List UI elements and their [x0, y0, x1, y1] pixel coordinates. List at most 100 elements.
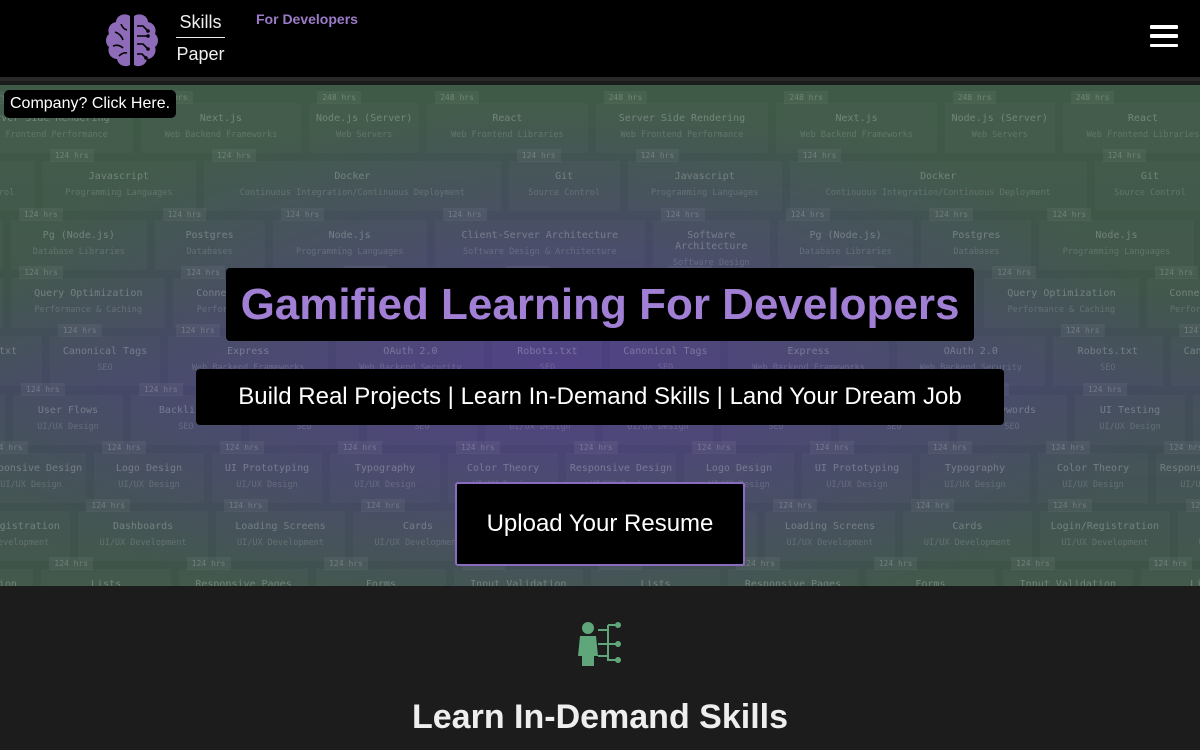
skill-tile: 248 hrs Node.js (Server) Web Servers: [309, 91, 419, 153]
skill-tile: 124 hrsSoftware ArchitectureSoftware Des…: [0, 220, 3, 270]
skill-name: Typography: [354, 462, 416, 474]
company-link[interactable]: Company? Click Here.: [4, 90, 177, 118]
skill-tile: 124 hrsDashboardsUI/UX Development: [1178, 499, 1200, 561]
skill-category: SEO: [1100, 363, 1116, 374]
skill-category: UI/UX Design: [826, 479, 888, 490]
hero-subtitle: Build Real Projects | Learn In-Demand Sk…: [196, 369, 1004, 425]
skill-tile: 124 hrsGitSource Control: [1095, 149, 1200, 211]
brand-line2: Paper: [176, 44, 225, 64]
skill-tile: 124 hrs Query Optimization Performance & C…: [11, 265, 165, 328]
skill-name: Pg (Node.js): [42, 229, 115, 241]
skill-name: Input Validation: [0, 579, 17, 586]
hours-badge: 124 hrs: [1102, 149, 1147, 163]
skill-tile: 248 hrs Next.js Web Backend Frameworks: [776, 91, 936, 153]
skill-tile: 124 hrs Pg (Node.js) Database Libraries: [778, 207, 914, 270]
skill-category: UI/UX Development: [786, 538, 874, 549]
skill-name: Robots.txt: [0, 346, 18, 358]
skill-tile: 124 hrs Loading Screens UI/UX Development: [765, 499, 894, 561]
skill-category: UI/UX Design: [1193, 416, 1200, 432]
skill-tile: 124 hrs UI Prototyping UI/UX Design: [802, 440, 912, 503]
skill-name: Server Side Rendering: [618, 113, 746, 124]
upload-resume-button[interactable]: Upload Your Resume: [455, 482, 745, 566]
skill-tile: 124 hrs Docker Continuous Integration/Cont…: [204, 149, 501, 211]
hours-badge: 124 hrs: [797, 149, 842, 163]
skill-name: Loading Screens: [784, 521, 876, 533]
hours-badge: 124 hrs: [139, 382, 183, 396]
tile-row: 124 hrsInput ValidationUI/UX Development…: [0, 557, 1200, 586]
skill-category: UI/UX Design: [1099, 421, 1161, 432]
skill-tile: 124 hrs Query Optimization Performance & C…: [984, 265, 1138, 328]
skill-name: Postgres: [952, 229, 1001, 241]
hero-title: Gamified Learning For Developers: [226, 268, 974, 341]
skill-tile: 124 hrs Loading Screens UI/UX Development: [216, 499, 345, 561]
skill-name: Forms: [365, 579, 396, 586]
skill-name: User Flows: [1193, 395, 1200, 416]
skill-category: UI/UX Design: [354, 479, 416, 490]
skill-tile: 124 hrs Client-Server Architecture Softwar…: [435, 207, 645, 270]
hours-badge: 124 hrs: [181, 265, 226, 279]
feature-title: Learn In-Demand Skills: [412, 698, 788, 736]
hours-badge: 248 hrs: [784, 91, 829, 104]
skill-category: Performance & Caching: [0, 299, 3, 315]
skill-name: Node.js (Server): [316, 113, 413, 124]
skill-name: Query Optimization: [1007, 287, 1116, 299]
skill-category: Web Backend Frameworks: [800, 130, 913, 140]
skill-category: Databases: [953, 246, 1000, 257]
skill-tile: 124 hrs Javascript Programming Languages: [42, 149, 196, 211]
skill-tile: 124 hrs Postgres Databases: [155, 207, 265, 270]
hours-badge: 124 hrs: [361, 499, 405, 513]
skill-name: React: [492, 113, 523, 124]
skill-name: Logo Design: [705, 462, 773, 474]
skill-tile: 124 hrs Connection Pooling Performance & C…: [1147, 265, 1200, 328]
skill-tile: 124 hrs Robots.txt SEO: [1053, 324, 1163, 386]
hours-badge: 248 hrs: [603, 91, 648, 104]
hours-badge: 124 hrs: [220, 440, 264, 454]
hours-badge: 124 hrs: [1185, 499, 1200, 513]
skill-name: Lists: [1190, 579, 1200, 586]
skill-tile: 124 hrsFormsUI/UX Development: [316, 557, 445, 586]
skill-category: Database Libraries: [799, 246, 892, 257]
skill-tile: 124 hrs Pg (Node.js) Database Libraries: [11, 207, 147, 270]
brand-line1: Skills: [176, 12, 225, 38]
skill-tile: 124 hrs User Flows UI/UX Design: [13, 382, 123, 445]
hours-badge: 124 hrs: [1178, 324, 1200, 338]
skill-category: Programming Languages: [1062, 246, 1171, 257]
skill-tile: 124 hrs Node.js Programming Languages: [1039, 207, 1193, 270]
hamburger-icon[interactable]: [1150, 25, 1178, 47]
skill-category: UI/UX Design: [118, 479, 180, 490]
skill-tile: 124 hrsDashboardsUI/UX Development: [78, 499, 207, 561]
brain-circuit-icon[interactable]: [105, 12, 159, 68]
skill-tile: 248 hrs React Web Frontend Libraries: [427, 91, 587, 153]
hours-badge: 248 hrs: [1070, 91, 1115, 104]
skill-category: SEO: [1171, 357, 1200, 373]
skill-category: Web Backend Frameworks: [164, 130, 278, 140]
skill-category: UI/UX Design: [1062, 479, 1124, 490]
brand-name[interactable]: Skills Paper: [176, 12, 225, 65]
skill-name: Postgres: [185, 229, 234, 241]
skill-name: Logo Design: [115, 462, 183, 474]
skill-tile: 124 hrs Typography UI/UX Design: [920, 440, 1030, 503]
skill-tile: 124 hrsInput ValidationUI/UX Development: [454, 557, 583, 586]
skill-tile: 124 hrsResponsive PagesUI/UX Development: [728, 557, 857, 586]
hours-badge: 124 hrs: [102, 440, 146, 454]
hours-badge: 124 hrs: [660, 207, 705, 221]
hours-badge: 124 hrs: [810, 440, 854, 454]
tile-row: 248 hrs Server Side Rendering Web Frontend…: [0, 91, 1200, 161]
skill-name: Node.js: [328, 229, 371, 241]
skill-name: User Flows: [37, 404, 99, 416]
hours-badge: 124 hrs: [574, 440, 618, 454]
skill-category: Web Frontend Libraries: [1086, 130, 1200, 140]
hours-badge: 124 hrs: [19, 207, 63, 221]
skill-category: UI/UX Development: [99, 538, 187, 549]
hours-badge: 124 hrs: [211, 149, 256, 163]
skill-name: Responsive Design: [569, 462, 673, 474]
skill-tile: 248 hrs Node.js (Server) Web Servers: [945, 91, 1055, 153]
site-header: Skills Paper For Developers: [0, 0, 1200, 81]
skill-name: Login/Registration: [1050, 521, 1159, 533]
hours-badge: 124 hrs: [338, 440, 382, 454]
skill-tile: 124 hrsUI TestingUI/UX Design: [0, 395, 5, 445]
skill-tile: 248 hrs Server Side Rendering Web Frontend…: [596, 91, 769, 153]
skill-name: Javascript: [674, 171, 735, 183]
skill-tile: 124 hrsGitSource Control: [0, 161, 34, 211]
skill-category: Performance & Caching: [34, 304, 143, 315]
